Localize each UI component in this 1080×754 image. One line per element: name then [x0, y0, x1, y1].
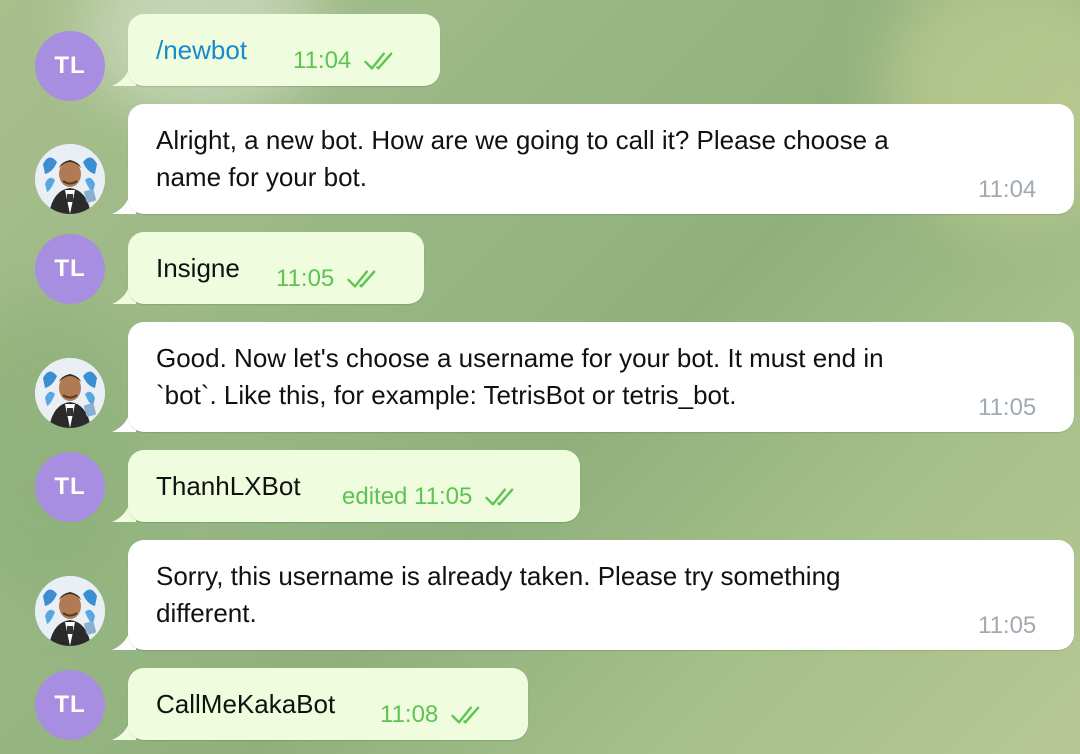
bot-avatar-icon[interactable]	[35, 358, 105, 428]
message-meta: 11:04	[293, 42, 401, 79]
message-time: 11:08	[380, 701, 439, 728]
message-text: ThanhLXBot	[156, 471, 301, 501]
message-text: Insigne	[156, 253, 240, 283]
outgoing-message-bubble[interactable]: ThanhLXBot edited 11:05	[128, 450, 580, 522]
message-text-line: Sorry, this username is already taken. P…	[156, 561, 841, 591]
message-text-line: Alright, a new bot. How are we going to …	[156, 125, 889, 155]
message-meta: 11:08	[380, 696, 488, 733]
double-check-icon	[484, 486, 522, 508]
double-check-icon	[363, 50, 401, 72]
message-text-line: name for your bot.	[156, 162, 367, 192]
user-avatar[interactable]: TL	[35, 670, 105, 740]
message-meta: edited 11:05	[342, 478, 522, 515]
user-avatar[interactable]: TL	[35, 31, 105, 101]
message-time: 11:05	[978, 394, 1037, 421]
message-time: 11:04	[978, 176, 1037, 203]
incoming-message-bubble[interactable]: Good. Now let's choose a username for yo…	[128, 322, 1074, 432]
bot-avatar-icon[interactable]	[35, 576, 105, 646]
message-text-line: Good. Now let's choose a username for yo…	[156, 343, 884, 373]
message-text: CallMeKakaBot	[156, 689, 336, 719]
outgoing-message-bubble[interactable]: /newbot 11:04	[128, 14, 440, 86]
message-time: edited 11:05	[342, 483, 473, 510]
bot-avatar-icon[interactable]	[35, 144, 105, 214]
double-check-icon	[346, 268, 384, 290]
incoming-message-bubble[interactable]: Alright, a new bot. How are we going to …	[128, 104, 1074, 214]
message-text-line: `bot`. Like this, for example: TetrisBot…	[156, 380, 737, 410]
message-meta: 11:05	[276, 260, 384, 297]
message-text-line: different.	[156, 598, 257, 628]
incoming-message-bubble[interactable]: Sorry, this username is already taken. P…	[128, 540, 1074, 650]
user-avatar[interactable]: TL	[35, 452, 105, 522]
double-check-icon	[450, 704, 488, 726]
outgoing-message-bubble[interactable]: Insigne 11:05	[128, 232, 424, 304]
message-time: 11:05	[276, 265, 335, 292]
message-text[interactable]: /newbot	[156, 32, 247, 69]
message-time: 11:04	[293, 47, 352, 74]
outgoing-message-bubble[interactable]: CallMeKakaBot 11:08	[128, 668, 528, 740]
message-time: 11:05	[978, 612, 1037, 639]
user-avatar[interactable]: TL	[35, 234, 105, 304]
chat-history[interactable]: TL /newbot 11:04 Alright, a new bot. How…	[0, 0, 1080, 754]
